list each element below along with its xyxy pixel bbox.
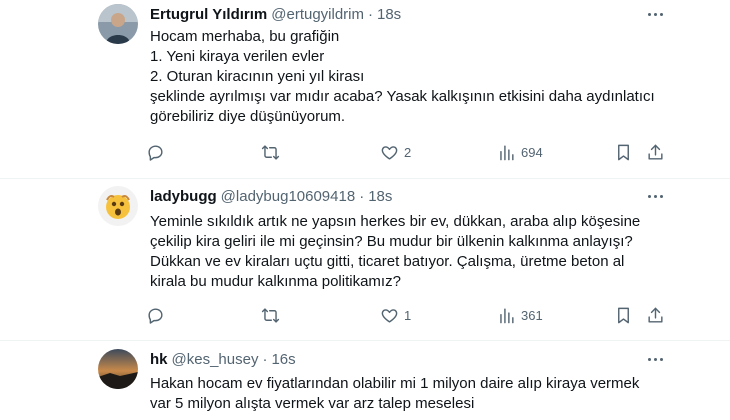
views-icon — [500, 144, 514, 160]
retweet-icon — [261, 144, 280, 160]
share-button[interactable] — [646, 303, 665, 327]
views-count: 361 — [521, 307, 543, 323]
author-handle[interactable]: @kes_husey — [172, 351, 259, 368]
avatar[interactable] — [98, 4, 138, 44]
views-button[interactable]: 694 — [497, 140, 543, 164]
tweet-line: Yeminle sıkıldık artık ne yapsın herkes … — [150, 213, 641, 230]
separator-dot: · — [262, 350, 268, 368]
more-icon[interactable] — [644, 186, 666, 206]
action-bar: 1 361 — [0, 303, 730, 327]
retweet-button[interactable] — [261, 303, 285, 327]
avatar[interactable] — [98, 186, 138, 226]
like-button[interactable]: 1 — [380, 303, 411, 327]
separator-dot: · — [368, 5, 373, 23]
like-button[interactable]: 2 — [380, 140, 411, 164]
reply-icon — [148, 144, 163, 161]
tweet-line: 1. Yeni kiraya verilen evler — [150, 48, 325, 65]
reply-button[interactable] — [146, 140, 170, 164]
tweet-line: şeklinde ayrılmışı var mıdır acaba? Yasa… — [150, 88, 655, 105]
avatar[interactable] — [98, 349, 138, 389]
bookmark-button[interactable] — [614, 303, 633, 327]
tweet-line: Hakan hocam ev fiyatlarından olabilir mi… — [150, 375, 640, 392]
tweet-line: 2. Oturan kiracının yeni yıl kirası — [150, 68, 365, 85]
like-icon — [381, 145, 398, 160]
timestamp[interactable]: 18s — [377, 6, 401, 23]
timestamp[interactable]: 18s — [368, 188, 392, 205]
tweet-header: Ertugrul Yıldırım @ertugyildrim · 18s — [150, 4, 401, 24]
tweet-line: var 5 milyon alışta vermek var arz talep… — [150, 395, 475, 412]
author-name[interactable]: hk — [150, 351, 168, 368]
like-icon — [381, 308, 398, 323]
retweet-icon — [261, 307, 280, 323]
tweet-2[interactable]: ladybugg @ladybug10609418 · 18s Yeminle … — [0, 179, 730, 340]
reply-icon — [148, 307, 163, 324]
share-button[interactable] — [646, 140, 665, 164]
tweet-line: kirala bu mudur kalkınma politikamız? — [150, 273, 401, 290]
tweet-line: görebiliriz diye düşünüyorum. — [150, 108, 346, 125]
action-bar: 2 694 — [0, 140, 730, 164]
more-icon[interactable] — [644, 4, 666, 24]
tweet-1[interactable]: Ertugrul Yıldırım @ertugyildrim · 18s Ho… — [0, 0, 730, 178]
views-count: 694 — [521, 144, 543, 160]
views-button[interactable]: 361 — [497, 303, 543, 327]
author-name[interactable]: Ertugrul Yıldırım — [150, 6, 267, 23]
bookmark-icon — [618, 307, 629, 323]
share-icon — [648, 307, 663, 323]
tweet-line: Dükkan ve ev kiraları uçtu gitti, ticare… — [150, 253, 625, 270]
tweet-header: hk @kes_husey · 16s — [150, 349, 296, 369]
tweet-line: çekilip kira geliri ile mi geçinsin? Bu … — [150, 233, 633, 250]
bookmark-icon — [618, 144, 629, 160]
tweet-text: Hocam merhaba, bu grafiğin 1. Yeni kiray… — [150, 27, 670, 127]
tweet-header: ladybugg @ladybug10609418 · 18s — [150, 186, 392, 206]
bookmark-button[interactable] — [614, 140, 633, 164]
reply-button[interactable] — [146, 303, 170, 327]
tweet-line: Hocam merhaba, bu grafiğin — [150, 28, 340, 45]
tweet-text: Yeminle sıkıldık artık ne yapsın herkes … — [150, 212, 670, 292]
tweet-3[interactable]: hk @kes_husey · 16s Hakan hocam ev fiyat… — [0, 341, 730, 420]
like-count: 1 — [404, 307, 412, 323]
separator-dot: · — [359, 187, 365, 205]
retweet-button[interactable] — [261, 140, 285, 164]
more-icon[interactable] — [644, 349, 666, 369]
timestamp[interactable]: 16s — [271, 351, 295, 368]
like-count: 2 — [404, 144, 412, 160]
share-icon — [648, 144, 663, 160]
views-icon — [500, 307, 514, 323]
author-handle[interactable]: @ertugyildrim — [271, 6, 364, 23]
author-handle[interactable]: @ladybug10609418 — [221, 188, 356, 205]
tweet-text: Hakan hocam ev fiyatlarından olabilir mi… — [150, 374, 670, 414]
author-name[interactable]: ladybugg — [150, 188, 217, 205]
